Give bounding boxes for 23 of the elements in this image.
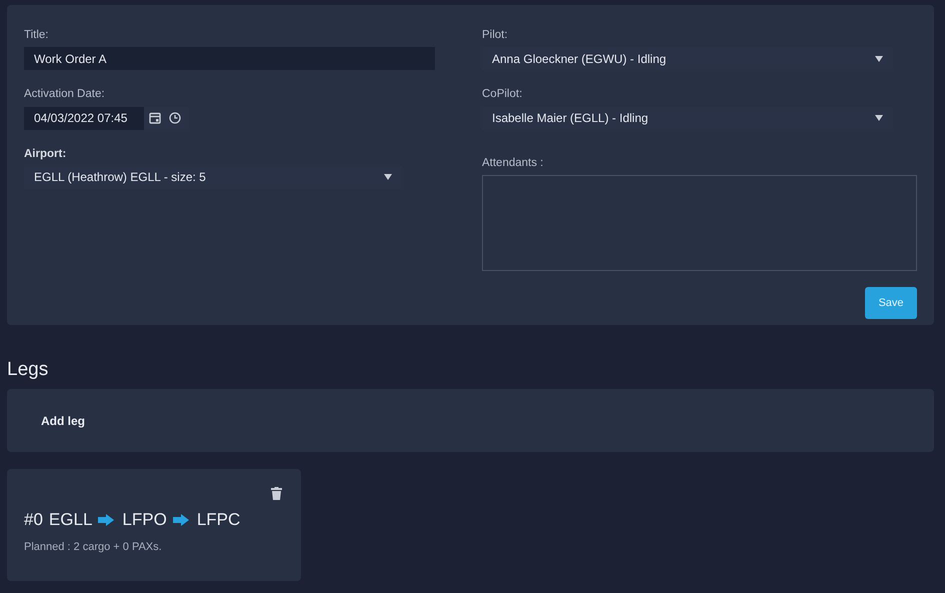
calendar-icon[interactable] (149, 112, 161, 124)
leg-number: #0 (24, 509, 43, 531)
dropdown-caret-icon (384, 174, 392, 180)
section-heading: Legs (7, 358, 50, 382)
airport-code: LFPC (196, 509, 240, 531)
field-label: Activation Date: (24, 87, 106, 102)
clock-icon[interactable] (169, 112, 181, 124)
trash-icon[interactable] (271, 487, 282, 500)
field-label: Title: (24, 28, 50, 43)
field-label: CoPilot: (482, 87, 524, 102)
field-label: Attendants : (482, 156, 544, 170)
field-label: Airport: (24, 146, 68, 162)
add-leg-button[interactable]: Add leg (41, 412, 85, 430)
airport-code: LFPO (122, 509, 167, 531)
airport-code: EGLL (48, 509, 92, 531)
dropdown-caret-icon (875, 56, 883, 62)
dropdown-caret-icon (875, 115, 883, 121)
planned-text: Planned : 2 cargo + 0 PAXs. (24, 540, 163, 554)
arrow-right-icon (98, 514, 114, 526)
arrow-right-icon (172, 514, 189, 526)
field-label: Pilot: (482, 28, 509, 43)
date-input[interactable]: 04/03/2022 07:45 (24, 106, 144, 130)
title-input[interactable]: Work Order A (24, 47, 435, 70)
